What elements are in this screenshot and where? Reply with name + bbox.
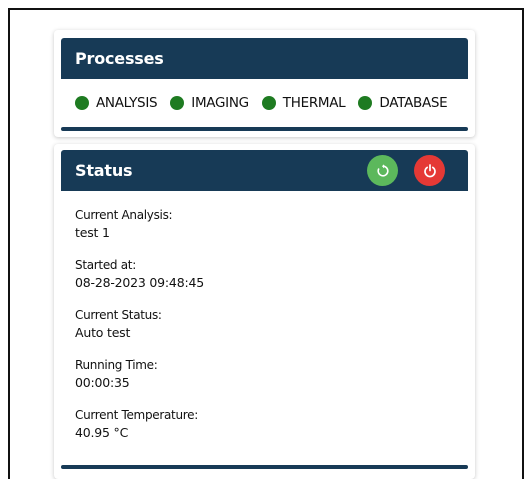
field-value: 40.95 °C bbox=[75, 425, 129, 440]
restart-button[interactable] bbox=[367, 155, 398, 186]
field-started-at: Started at: 08-28-2023 09:48:45 bbox=[75, 257, 475, 292]
status-header: Status bbox=[61, 150, 468, 191]
field-value: Auto test bbox=[75, 325, 131, 340]
power-button[interactable] bbox=[414, 155, 445, 186]
status-fields: Current Analysis: test 1 Started at: 08-… bbox=[54, 191, 475, 442]
process-label: DATABASE bbox=[379, 95, 448, 111]
processes-card: Processes ANALYSIS IMAGING THERMAL DATAB… bbox=[54, 30, 475, 137]
power-icon bbox=[423, 163, 436, 177]
field-current-analysis: Current Analysis: test 1 bbox=[75, 207, 475, 242]
process-item-analysis: ANALYSIS bbox=[75, 95, 158, 111]
process-label: ANALYSIS bbox=[96, 95, 158, 111]
status-bottom-bar bbox=[61, 465, 468, 469]
process-item-imaging: IMAGING bbox=[170, 95, 249, 111]
field-label: Current Analysis: bbox=[75, 208, 173, 222]
field-label: Current Temperature: bbox=[75, 408, 198, 422]
process-item-thermal: THERMAL bbox=[261, 95, 346, 111]
status-dot-icon bbox=[261, 96, 276, 110]
status-dot-icon bbox=[170, 96, 185, 110]
field-current-temperature: Current Temperature: 40.95 °C bbox=[75, 407, 475, 442]
field-value: test 1 bbox=[75, 225, 110, 240]
field-value: 08-28-2023 09:48:45 bbox=[75, 275, 204, 290]
status-dot-icon bbox=[358, 96, 373, 110]
status-title: Status bbox=[75, 161, 133, 180]
status-card: Status Current Analysis: test 1 Started … bbox=[54, 144, 475, 479]
status-dot-icon bbox=[75, 96, 89, 110]
processes-title: Processes bbox=[75, 49, 164, 68]
field-current-status: Current Status: Auto test bbox=[75, 307, 475, 342]
process-label: IMAGING bbox=[191, 95, 249, 111]
field-running-time: Running Time: 00:00:35 bbox=[75, 357, 475, 392]
process-label: THERMAL bbox=[282, 95, 346, 111]
field-label: Current Status: bbox=[75, 308, 162, 322]
field-label: Running Time: bbox=[75, 358, 158, 372]
field-value: 00:00:35 bbox=[75, 375, 130, 390]
process-list: ANALYSIS IMAGING THERMAL DATABASE bbox=[54, 79, 475, 111]
processes-bottom-bar bbox=[61, 127, 468, 131]
process-item-database: DATABASE bbox=[358, 95, 448, 111]
processes-header: Processes bbox=[61, 38, 468, 79]
restart-icon bbox=[376, 163, 389, 177]
field-label: Started at: bbox=[75, 258, 136, 272]
